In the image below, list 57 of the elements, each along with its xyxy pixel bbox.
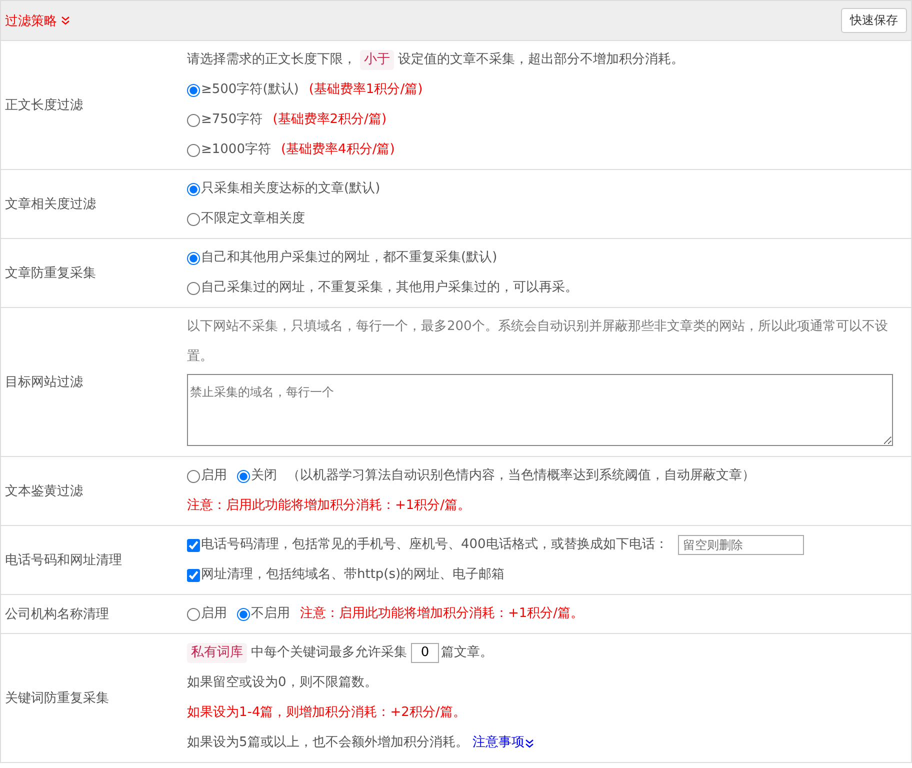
warning-text: (基础费率4积分/篇) (280, 141, 395, 159)
radio-button[interactable] (187, 212, 200, 226)
option-label[interactable]: 不限定文章相关度 (201, 204, 305, 234)
radio-button[interactable] (187, 84, 200, 96)
save-button[interactable]: 快速保存 (841, 8, 907, 33)
row-label: 关键词防重复采集 (4, 690, 110, 708)
radio-button[interactable] (237, 470, 250, 482)
option-label[interactable]: ≥750字符 (201, 105, 263, 135)
option-text: 请选择需求的正文长度下限， (187, 51, 356, 69)
row-label: 公司机构名称清理 (4, 606, 110, 624)
warning-text: (基础费率1积分/篇) (308, 81, 423, 99)
radio-button[interactable] (187, 182, 200, 196)
keyword-tag: 小于 (360, 50, 394, 70)
option-label[interactable]: 只采集相关度达标的文章(默认) (201, 174, 380, 204)
option-text: 中每个关键词最多允许采集 (251, 644, 407, 662)
phone-field[interactable]: 留空则删除 (678, 535, 804, 555)
radio-button[interactable] (187, 252, 200, 264)
chevron-down-icon (525, 738, 534, 748)
domain-field[interactable]: 禁止采集的域名，每行一个 (187, 374, 893, 446)
radio-button[interactable] (237, 608, 250, 620)
row-label: 目标网站过滤 (4, 374, 84, 392)
warning-text: 如果设为1-4篇，则增加积分消耗：+2积分/篇。 (187, 704, 466, 722)
option-label[interactable]: 电话号码清理，包括常见的手机号、座机号、400电话格式，或替换成如下电话： (201, 530, 668, 560)
option-label[interactable]: 启用 (201, 461, 227, 491)
radio-button[interactable] (187, 114, 200, 126)
row-label: 正文长度过滤 (4, 97, 84, 115)
notes-link[interactable]: 注意事项 (472, 728, 534, 758)
row-label: 电话号码和网址清理 (4, 552, 123, 570)
row-label: 文章防重复采集 (4, 265, 97, 283)
option-label[interactable]: ≥1000字符 (201, 135, 271, 165)
radio-button[interactable] (187, 282, 200, 294)
option-label[interactable]: 自己采集过的网址，不重复采集，其他用户采集过的，可以再采。 (201, 273, 578, 303)
checkbox[interactable] (187, 568, 200, 582)
warning-text: (基础费率2积分/篇) (272, 111, 387, 129)
warning-text: 注意：启用此功能将增加积分消耗：+1积分/篇。 (187, 497, 471, 515)
option-label[interactable]: 关闭 (251, 461, 277, 491)
option-text: 设定值的文章不采集，超出部分不增加积分消耗。 (398, 51, 684, 69)
chevron-down-icon (61, 16, 70, 25)
option-text: 如果设为5篇或以上，也不会额外增加积分消耗。 (187, 734, 468, 752)
radio-button[interactable] (187, 144, 200, 156)
option-label[interactable]: 不启用 (251, 599, 290, 629)
radio-button[interactable] (187, 470, 200, 482)
count-field[interactable]: 0 (411, 643, 439, 663)
row-label: 文本鉴黄过滤 (4, 483, 84, 501)
option-label[interactable]: 自己和其他用户采集过的网址，都不重复采集(默认) (201, 243, 498, 273)
row-label: 文章相关度过滤 (4, 196, 97, 214)
option-text: 篇文章。 (441, 644, 493, 662)
option-text: （以机器学习算法自动识别色情内容，当色情概率达到系统阈值，自动屏蔽文章） (287, 467, 755, 485)
option-label[interactable]: 网址清理，包括纯域名、带http(s)的网址、电子邮箱 (201, 560, 505, 590)
hint-text: 以下网站不采集，只填域名，每行一个，最多200个。系统会自动识别并屏蔽那些非文章类的网站，所以此项通常可以不设置。 (187, 318, 889, 366)
keyword-tag: 私有词库 (187, 643, 247, 663)
warning-text: 注意：启用此功能将增加积分消耗：+1积分/篇。 (300, 605, 584, 623)
radio-button[interactable] (187, 608, 200, 620)
option-text: 如果留空或设为0，则不限篇数。 (187, 674, 378, 692)
checkbox[interactable] (187, 538, 200, 552)
option-label[interactable]: ≥500字符(默认) (201, 75, 299, 105)
option-label[interactable]: 启用 (201, 599, 227, 629)
